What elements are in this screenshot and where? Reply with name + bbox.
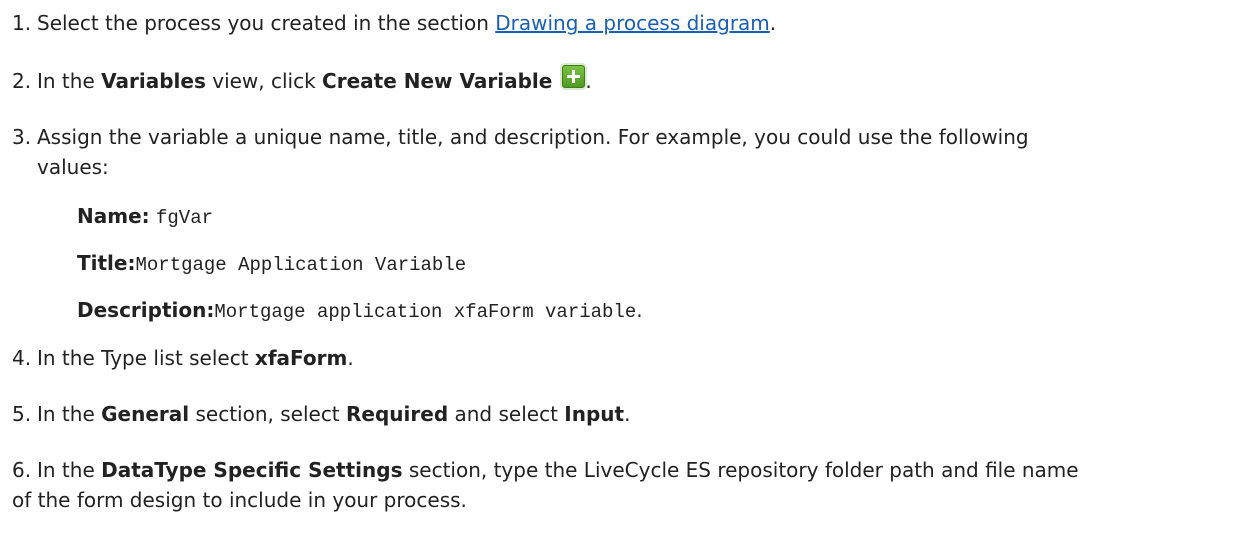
step-6-text-post: section, type the LiveCycle ES repositor… [402, 458, 1079, 482]
step-2-text-post: . [585, 69, 592, 93]
step-5-text-pre: In the [37, 402, 102, 426]
step-number: 6. [12, 458, 32, 482]
step-2-text-pre: In the [37, 69, 102, 93]
step-number: 2. [12, 69, 32, 93]
step-1-text-pre: Select the process you created in the se… [37, 11, 496, 35]
step-5-text-mid-1: section, select [189, 402, 347, 426]
description-label: Description: [77, 298, 215, 322]
step-text-line-1: Assign the variable a unique name, title… [37, 125, 1029, 149]
general-section-label: General [101, 402, 190, 426]
step-text: Select the process you created in the se… [37, 9, 776, 37]
name-label: Name: [77, 204, 150, 228]
datatype-settings-label: DataType Specific Settings [101, 458, 403, 482]
create-new-variable-label: Create New Variable [322, 69, 553, 93]
xfaform-type-label: xfaForm [254, 346, 348, 370]
step-text-line-2: values: [37, 155, 109, 179]
name-value: fgVar [156, 207, 214, 229]
step-6-text-pre: In the [37, 458, 102, 482]
step-text: In the DataType Specific Settings sectio… [37, 456, 1237, 484]
step-6-text-line-2: of the form design to include in your pr… [12, 488, 467, 512]
step-2-text-mid: view, click [205, 69, 323, 93]
example-description: Description:Mortgage application xfaForm… [77, 296, 643, 326]
add-variable-icon [562, 65, 586, 88]
step-number: 1. [12, 11, 32, 35]
title-value: Mortgage Application Variable [135, 254, 467, 276]
drawing-process-diagram-link[interactable]: Drawing a process diagram [495, 11, 770, 35]
description-value: Mortgage application xfaForm variable [214, 301, 637, 323]
input-label: Input [564, 402, 625, 426]
variables-view-label: Variables [101, 69, 206, 93]
step-5-text-post: . [624, 402, 631, 426]
description-period: . [636, 298, 643, 322]
step-1-text-post: . [769, 11, 777, 35]
step-text: In the General section, select Required … [37, 400, 630, 428]
example-title: Title:Mortgage Application Variable [77, 249, 466, 279]
step-number: 4. [12, 346, 32, 370]
step-number: 3. [12, 125, 32, 149]
example-name: Name: fgVar [77, 202, 213, 232]
step-number: 5. [12, 402, 32, 426]
step-text: In the Variables view, click Create New … [37, 65, 592, 95]
step-4-text-pre: In the Type list select [37, 346, 255, 370]
step-5-text-mid-2: and select [448, 402, 565, 426]
step-4-text-post: . [347, 346, 354, 370]
step-text: In the Type list select xfaForm. [37, 344, 354, 372]
title-label: Title: [77, 251, 136, 275]
required-label: Required [346, 402, 449, 426]
